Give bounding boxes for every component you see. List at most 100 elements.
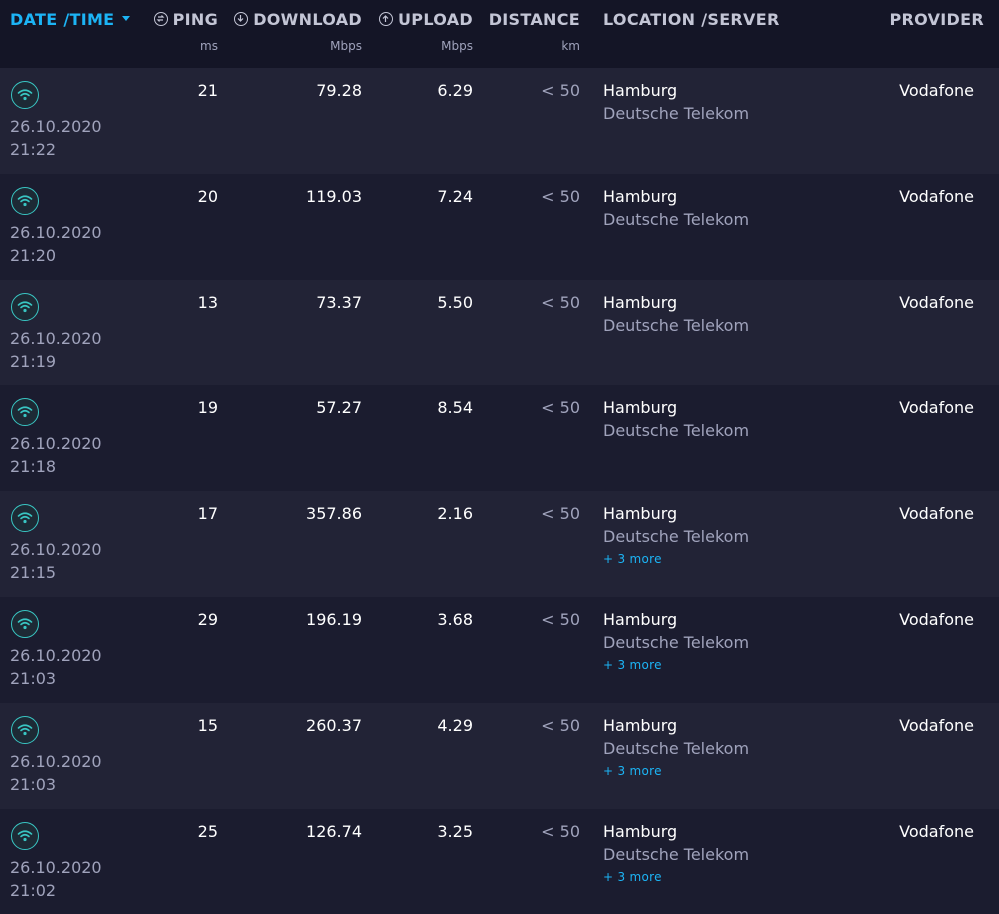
wifi-icon xyxy=(11,186,39,215)
row-time: 21:15 xyxy=(10,563,57,583)
sort-location-header[interactable]: LOCATION /SERVER xyxy=(603,10,780,29)
row-server: Deutsche Telekom xyxy=(603,844,750,864)
row-server: Deutsche Telekom xyxy=(603,104,750,123)
row-download: 119.03 xyxy=(306,186,362,206)
row-location: Hamburg xyxy=(603,504,678,524)
more-servers-link[interactable]: + 3 more xyxy=(603,658,662,672)
row-location: Hamburg xyxy=(603,821,678,841)
row-time: 21:03 xyxy=(10,668,57,688)
row-download: 73.37 xyxy=(316,292,362,312)
wifi-icon xyxy=(11,821,39,850)
row-upload: 4.29 xyxy=(437,715,473,735)
row-provider: Vodafone xyxy=(899,186,974,206)
sort-distance-header[interactable]: DISTANCE xyxy=(489,10,580,29)
table-row[interactable]: 26.10.2020 21:03 15 260.37 4.29 < 50 Ham… xyxy=(0,702,999,809)
row-upload: 8.54 xyxy=(437,398,473,418)
row-provider: Vodafone xyxy=(899,609,974,629)
row-time: 21:20 xyxy=(10,245,57,265)
more-servers-link[interactable]: + 3 more xyxy=(603,552,662,566)
row-location: Hamburg xyxy=(603,81,678,100)
wifi-icon xyxy=(11,398,39,427)
row-date: 26.10.2020 xyxy=(10,751,102,771)
table-row[interactable]: 26.10.2020 21:02 25 126.74 3.25 < 50 Ham… xyxy=(0,808,999,914)
header-download-label: DOWNLOAD xyxy=(253,10,362,29)
row-upload: 5.50 xyxy=(437,292,473,312)
row-date: 26.10.2020 xyxy=(10,222,102,242)
ping-icon xyxy=(153,11,168,26)
row-date: 26.10.2020 xyxy=(10,645,102,665)
row-time: 21:22 xyxy=(10,140,57,159)
upload-unit: Mbps xyxy=(441,39,473,53)
row-location: Hamburg xyxy=(603,398,678,418)
row-ping: 25 xyxy=(197,821,218,841)
table-row[interactable]: 26.10.2020 21:18 19 57.27 8.54 < 50 Hamb… xyxy=(0,385,999,492)
row-location: Hamburg xyxy=(603,186,678,206)
row-provider: Vodafone xyxy=(899,504,974,524)
table-row[interactable]: 26.10.2020 21:03 29 196.19 3.68 < 50 Ham… xyxy=(0,596,999,703)
table-row[interactable]: 26.10.2020 21:22 21 79.28 6.29 < 50 Hamb… xyxy=(0,68,999,174)
row-distance: < 50 xyxy=(541,504,580,524)
row-distance: < 50 xyxy=(541,821,580,841)
table-header: DATE /TIME PING ms DOWNLOAD Mbps UPLOAD … xyxy=(0,0,999,68)
table-row[interactable]: 26.10.2020 21:20 20 119.03 7.24 < 50 Ham… xyxy=(0,173,999,280)
row-server: Deutsche Telekom xyxy=(603,421,750,441)
row-distance: < 50 xyxy=(541,292,580,312)
row-ping: 19 xyxy=(197,398,218,418)
sort-download-header[interactable]: DOWNLOAD xyxy=(234,10,362,29)
header-datetime-label: DATE /TIME xyxy=(10,10,115,29)
table-row[interactable]: 26.10.2020 21:19 13 73.37 5.50 < 50 Hamb… xyxy=(0,279,999,386)
upload-icon xyxy=(379,11,394,26)
row-distance: < 50 xyxy=(541,81,580,100)
more-servers-link[interactable]: + 3 more xyxy=(603,764,662,778)
row-upload: 7.24 xyxy=(437,186,473,206)
row-time: 21:18 xyxy=(10,457,57,477)
wifi-icon xyxy=(11,609,39,638)
header-ping-label: PING xyxy=(172,10,218,29)
row-location: Hamburg xyxy=(603,292,678,312)
row-download: 126.74 xyxy=(306,821,362,841)
wifi-icon xyxy=(11,292,39,321)
row-provider: Vodafone xyxy=(899,715,974,735)
ping-unit: ms xyxy=(200,39,218,53)
row-download: 79.28 xyxy=(316,81,362,100)
sort-datetime-header[interactable]: DATE /TIME xyxy=(10,10,131,29)
row-download: 260.37 xyxy=(306,715,362,735)
row-server: Deutsche Telekom xyxy=(603,632,750,652)
row-download: 196.19 xyxy=(306,609,362,629)
wifi-icon xyxy=(11,81,39,109)
row-ping: 20 xyxy=(197,186,218,206)
more-servers-link[interactable]: + 3 more xyxy=(603,870,662,884)
results-table: DATE /TIME PING ms DOWNLOAD Mbps UPLOAD … xyxy=(0,0,999,914)
sort-upload-header[interactable]: UPLOAD xyxy=(379,10,473,29)
row-upload: 2.16 xyxy=(437,504,473,524)
row-upload: 3.68 xyxy=(437,609,473,629)
row-time: 21:19 xyxy=(10,351,57,371)
row-server: Deutsche Telekom xyxy=(603,527,750,547)
row-provider: Vodafone xyxy=(899,821,974,841)
row-ping: 29 xyxy=(197,609,218,629)
row-server: Deutsche Telekom xyxy=(603,738,750,758)
row-date: 26.10.2020 xyxy=(10,540,102,560)
row-distance: < 50 xyxy=(541,186,580,206)
row-distance: < 50 xyxy=(541,715,580,735)
row-date: 26.10.2020 xyxy=(10,857,102,877)
row-server: Deutsche Telekom xyxy=(603,209,750,229)
sort-provider-header[interactable]: PROVIDER xyxy=(890,10,985,29)
row-download: 357.86 xyxy=(306,504,362,524)
table-row[interactable]: 26.10.2020 21:15 17 357.86 2.16 < 50 Ham… xyxy=(0,491,999,597)
row-upload: 6.29 xyxy=(437,81,473,100)
row-date: 26.10.2020 xyxy=(10,434,102,454)
row-distance: < 50 xyxy=(541,609,580,629)
row-date: 26.10.2020 xyxy=(10,328,102,348)
table-body: 26.10.2020 21:22 21 79.28 6.29 < 50 Hamb… xyxy=(0,68,999,914)
row-provider: Vodafone xyxy=(899,81,974,100)
row-ping: 17 xyxy=(197,504,218,524)
sort-caret-icon xyxy=(122,16,131,21)
row-server: Deutsche Telekom xyxy=(603,315,750,335)
sort-ping-header[interactable]: PING xyxy=(153,10,218,29)
download-unit: Mbps xyxy=(330,39,362,53)
row-time: 21:02 xyxy=(10,880,57,900)
row-date: 26.10.2020 xyxy=(10,117,102,136)
wifi-icon xyxy=(11,504,39,533)
row-ping: 21 xyxy=(197,81,218,100)
